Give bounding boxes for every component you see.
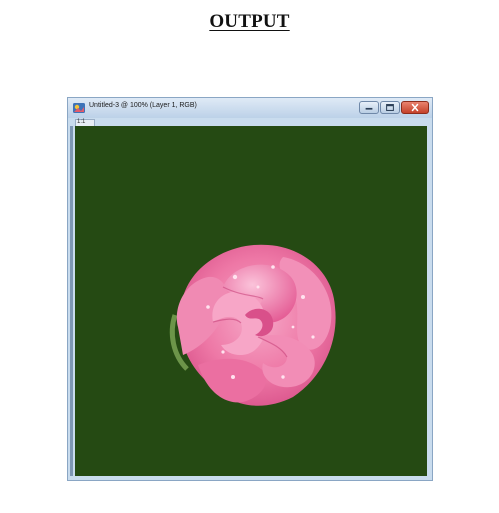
maximize-button[interactable] <box>380 101 400 114</box>
zoom-tab-label: 1:1 <box>77 119 86 125</box>
minimize-icon <box>365 107 373 110</box>
image-window: Untitled-3 @ 100% (Layer 1, RGB) 1:1 <box>67 97 433 481</box>
window-left-border <box>70 126 73 476</box>
page-heading: OUTPUT <box>209 11 290 32</box>
document-canvas[interactable] <box>75 126 427 476</box>
maximize-icon <box>386 104 394 111</box>
close-icon <box>411 103 419 112</box>
window-titlebar[interactable]: Untitled-3 @ 100% (Layer 1, RGB) <box>68 98 432 118</box>
app-icon <box>73 103 85 113</box>
window-title: Untitled-3 @ 100% (Layer 1, RGB) <box>89 102 197 109</box>
pink-flower-image <box>169 244 336 406</box>
page: OUTPUT Untitled-3 @ 100% (Layer 1, RGB) <box>0 0 499 513</box>
minimize-button[interactable] <box>359 101 379 114</box>
close-button[interactable] <box>401 101 429 114</box>
